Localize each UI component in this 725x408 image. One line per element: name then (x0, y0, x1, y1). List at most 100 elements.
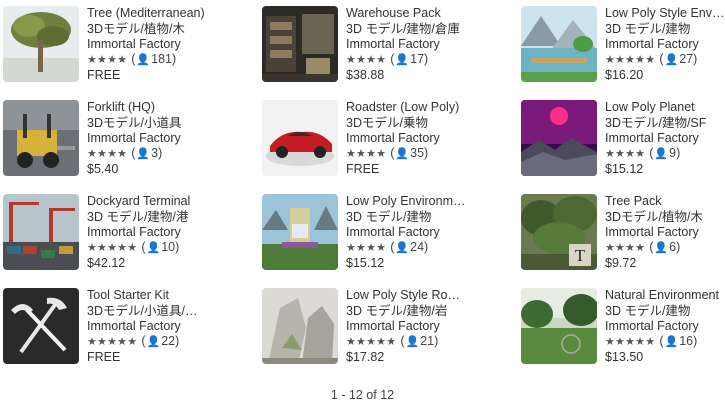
asset-rating: ★★★★★ (👤27) (605, 53, 725, 69)
asset-publisher[interactable]: Immortal Factory (346, 225, 466, 241)
asset-category[interactable]: 3Dモデル/植物/木 (87, 22, 207, 38)
review-count: (👤24) (390, 240, 429, 255)
asset-title[interactable]: Low Poly Environment (346, 194, 466, 210)
asset-category[interactable]: 3Dモデル/小道具 (87, 116, 207, 132)
asset-publisher[interactable]: Immortal Factory (346, 37, 466, 53)
asset-title[interactable]: Dockyard Terminal (87, 194, 207, 210)
planet-thumbnail-image (521, 100, 597, 176)
asset-publisher[interactable]: Immortal Factory (346, 319, 466, 335)
temple-thumbnail-image (262, 194, 338, 270)
asset-card[interactable]: Low Poly Style Environment 3D モデル/建物 Imm… (521, 6, 725, 86)
review-count-value: 10 (161, 240, 176, 255)
rating-stars: ★★★★ (346, 147, 387, 160)
asset-card[interactable]: Natural Environment 3D モデル/建物 Immortal F… (521, 288, 725, 368)
person-icon: 👤 (146, 336, 161, 348)
asset-thumbnail[interactable] (3, 194, 79, 270)
asset-thumbnail[interactable] (3, 288, 79, 364)
rating-stars: ★★★★ (605, 241, 646, 254)
asset-rating: ★★★★ (👤35) (346, 147, 466, 163)
asset-thumbnail[interactable] (3, 6, 79, 82)
asset-publisher[interactable]: Immortal Factory (605, 225, 725, 241)
asset-price: FREE (346, 162, 380, 176)
asset-category[interactable]: 3Dモデル/建物/SF (605, 116, 725, 132)
asset-publisher[interactable]: Immortal Factory (87, 319, 207, 335)
asset-card[interactable]: Low Poly Planet 3Dモデル/建物/SF Immortal Fac… (521, 100, 725, 180)
asset-publisher[interactable]: Immortal Factory (605, 37, 725, 53)
asset-price: FREE (87, 68, 121, 82)
review-count: (👤16) (659, 334, 698, 349)
review-count: (👤35) (390, 146, 429, 161)
asset-card[interactable]: Tree (Mediterranean) 3Dモデル/植物/木 Immortal… (3, 6, 233, 86)
asset-title[interactable]: Low Poly Style Environment (605, 6, 725, 22)
review-count-value: 24 (410, 240, 425, 255)
asset-title[interactable]: Low Poly Planet (605, 100, 725, 116)
asset-title[interactable]: Tree (Mediterranean) (87, 6, 207, 22)
asset-category[interactable]: 3D モデル/建物/港 (87, 210, 207, 226)
asset-thumbnail[interactable] (521, 100, 597, 176)
person-icon: 👤 (395, 54, 410, 66)
person-icon: 👤 (136, 148, 151, 160)
asset-title[interactable]: Warehouse Pack (346, 6, 466, 22)
asset-publisher[interactable]: Immortal Factory (87, 37, 207, 53)
asset-info: Natural Environment 3D モデル/建物 Immortal F… (605, 288, 725, 366)
asset-thumbnail[interactable] (262, 6, 338, 82)
asset-price: $16.20 (605, 68, 644, 82)
review-count-value: 21 (420, 334, 435, 349)
dockyard-thumbnail-image (3, 194, 79, 270)
asset-thumbnail[interactable] (521, 288, 597, 364)
asset-card[interactable]: Low Poly Environment 3D モデル/建物 Immortal … (262, 194, 492, 274)
roadster-thumbnail-image (262, 100, 338, 176)
asset-card[interactable]: Forklift (HQ) 3Dモデル/小道具 Immortal Factory… (3, 100, 233, 180)
review-count: (👤21) (400, 334, 439, 349)
asset-publisher[interactable]: Immortal Factory (87, 225, 207, 241)
asset-rating: ★★★★ (👤3) (87, 147, 207, 163)
asset-publisher[interactable]: Immortal Factory (87, 131, 207, 147)
asset-price: $13.50 (605, 350, 644, 364)
asset-card[interactable]: Warehouse Pack 3D モデル/建物/倉庫 Immortal Fac… (262, 6, 492, 86)
asset-card[interactable]: Dockyard Terminal 3D モデル/建物/港 Immortal F… (3, 194, 233, 274)
asset-info: Tree Pack 3Dモデル/植物/木 Immortal Factory ★★… (605, 194, 725, 272)
asset-category[interactable]: 3D モデル/建物 (346, 210, 466, 226)
asset-publisher[interactable]: Immortal Factory (346, 131, 466, 147)
asset-rating: ★★★★★ (👤21) (346, 335, 466, 351)
asset-title[interactable]: Forklift (HQ) (87, 100, 207, 116)
asset-publisher[interactable]: Immortal Factory (605, 319, 725, 335)
rating-stars: ★★★★ (87, 147, 128, 160)
asset-title[interactable]: Roadster (Low Poly) (346, 100, 466, 116)
asset-thumbnail[interactable] (262, 100, 338, 176)
asset-publisher[interactable]: Immortal Factory (605, 131, 725, 147)
asset-rating: ★★★★★ (👤10) (87, 241, 207, 257)
rating-stars: ★★★★★ (87, 241, 138, 254)
asset-thumbnail[interactable] (262, 288, 338, 364)
rating-stars: ★★★★ (346, 53, 387, 66)
asset-thumbnail[interactable] (3, 100, 79, 176)
rocks-thumbnail-image (262, 288, 338, 364)
asset-category[interactable]: 3D モデル/建物 (605, 304, 725, 320)
person-icon: 👤 (146, 242, 161, 254)
asset-category[interactable]: 3D モデル/建物/倉庫 (346, 22, 466, 38)
asset-category[interactable]: 3Dモデル/乗物 (346, 116, 466, 132)
asset-info: Roadster (Low Poly) 3Dモデル/乗物 Immortal Fa… (346, 100, 466, 178)
asset-category[interactable]: 3Dモデル/植物/木 (605, 210, 725, 226)
asset-info: Tool Starter Kit 3Dモデル/小道具/工具 Immortal F… (87, 288, 207, 366)
review-count: (👤22) (141, 334, 180, 349)
review-count-value: 3 (151, 146, 159, 161)
asset-category[interactable]: 3D モデル/建物/岩 (346, 304, 466, 320)
asset-title[interactable]: Tool Starter Kit (87, 288, 207, 304)
asset-card[interactable]: Low Poly Style Rocks 3D モデル/建物/岩 Immorta… (262, 288, 492, 368)
rating-stars: ★★★★ (87, 53, 128, 66)
asset-category[interactable]: 3Dモデル/小道具/工具 (87, 304, 207, 320)
asset-title[interactable]: Natural Environment (605, 288, 725, 304)
warehouse-thumbnail-image (262, 6, 338, 82)
asset-thumbnail[interactable]: T (521, 194, 597, 270)
asset-thumbnail[interactable] (521, 6, 597, 82)
asset-info: Dockyard Terminal 3D モデル/建物/港 Immortal F… (87, 194, 207, 272)
asset-card[interactable]: T Tree Pack 3Dモデル/植物/木 Immortal Factory … (521, 194, 725, 274)
asset-thumbnail[interactable] (262, 194, 338, 270)
asset-title[interactable]: Low Poly Style Rocks (346, 288, 466, 304)
asset-card[interactable]: Roadster (Low Poly) 3Dモデル/乗物 Immortal Fa… (262, 100, 492, 180)
asset-category[interactable]: 3D モデル/建物 (605, 22, 725, 38)
asset-title[interactable]: Tree Pack (605, 194, 725, 210)
asset-card[interactable]: Tool Starter Kit 3Dモデル/小道具/工具 Immortal F… (3, 288, 233, 368)
asset-price: $17.82 (346, 350, 385, 364)
